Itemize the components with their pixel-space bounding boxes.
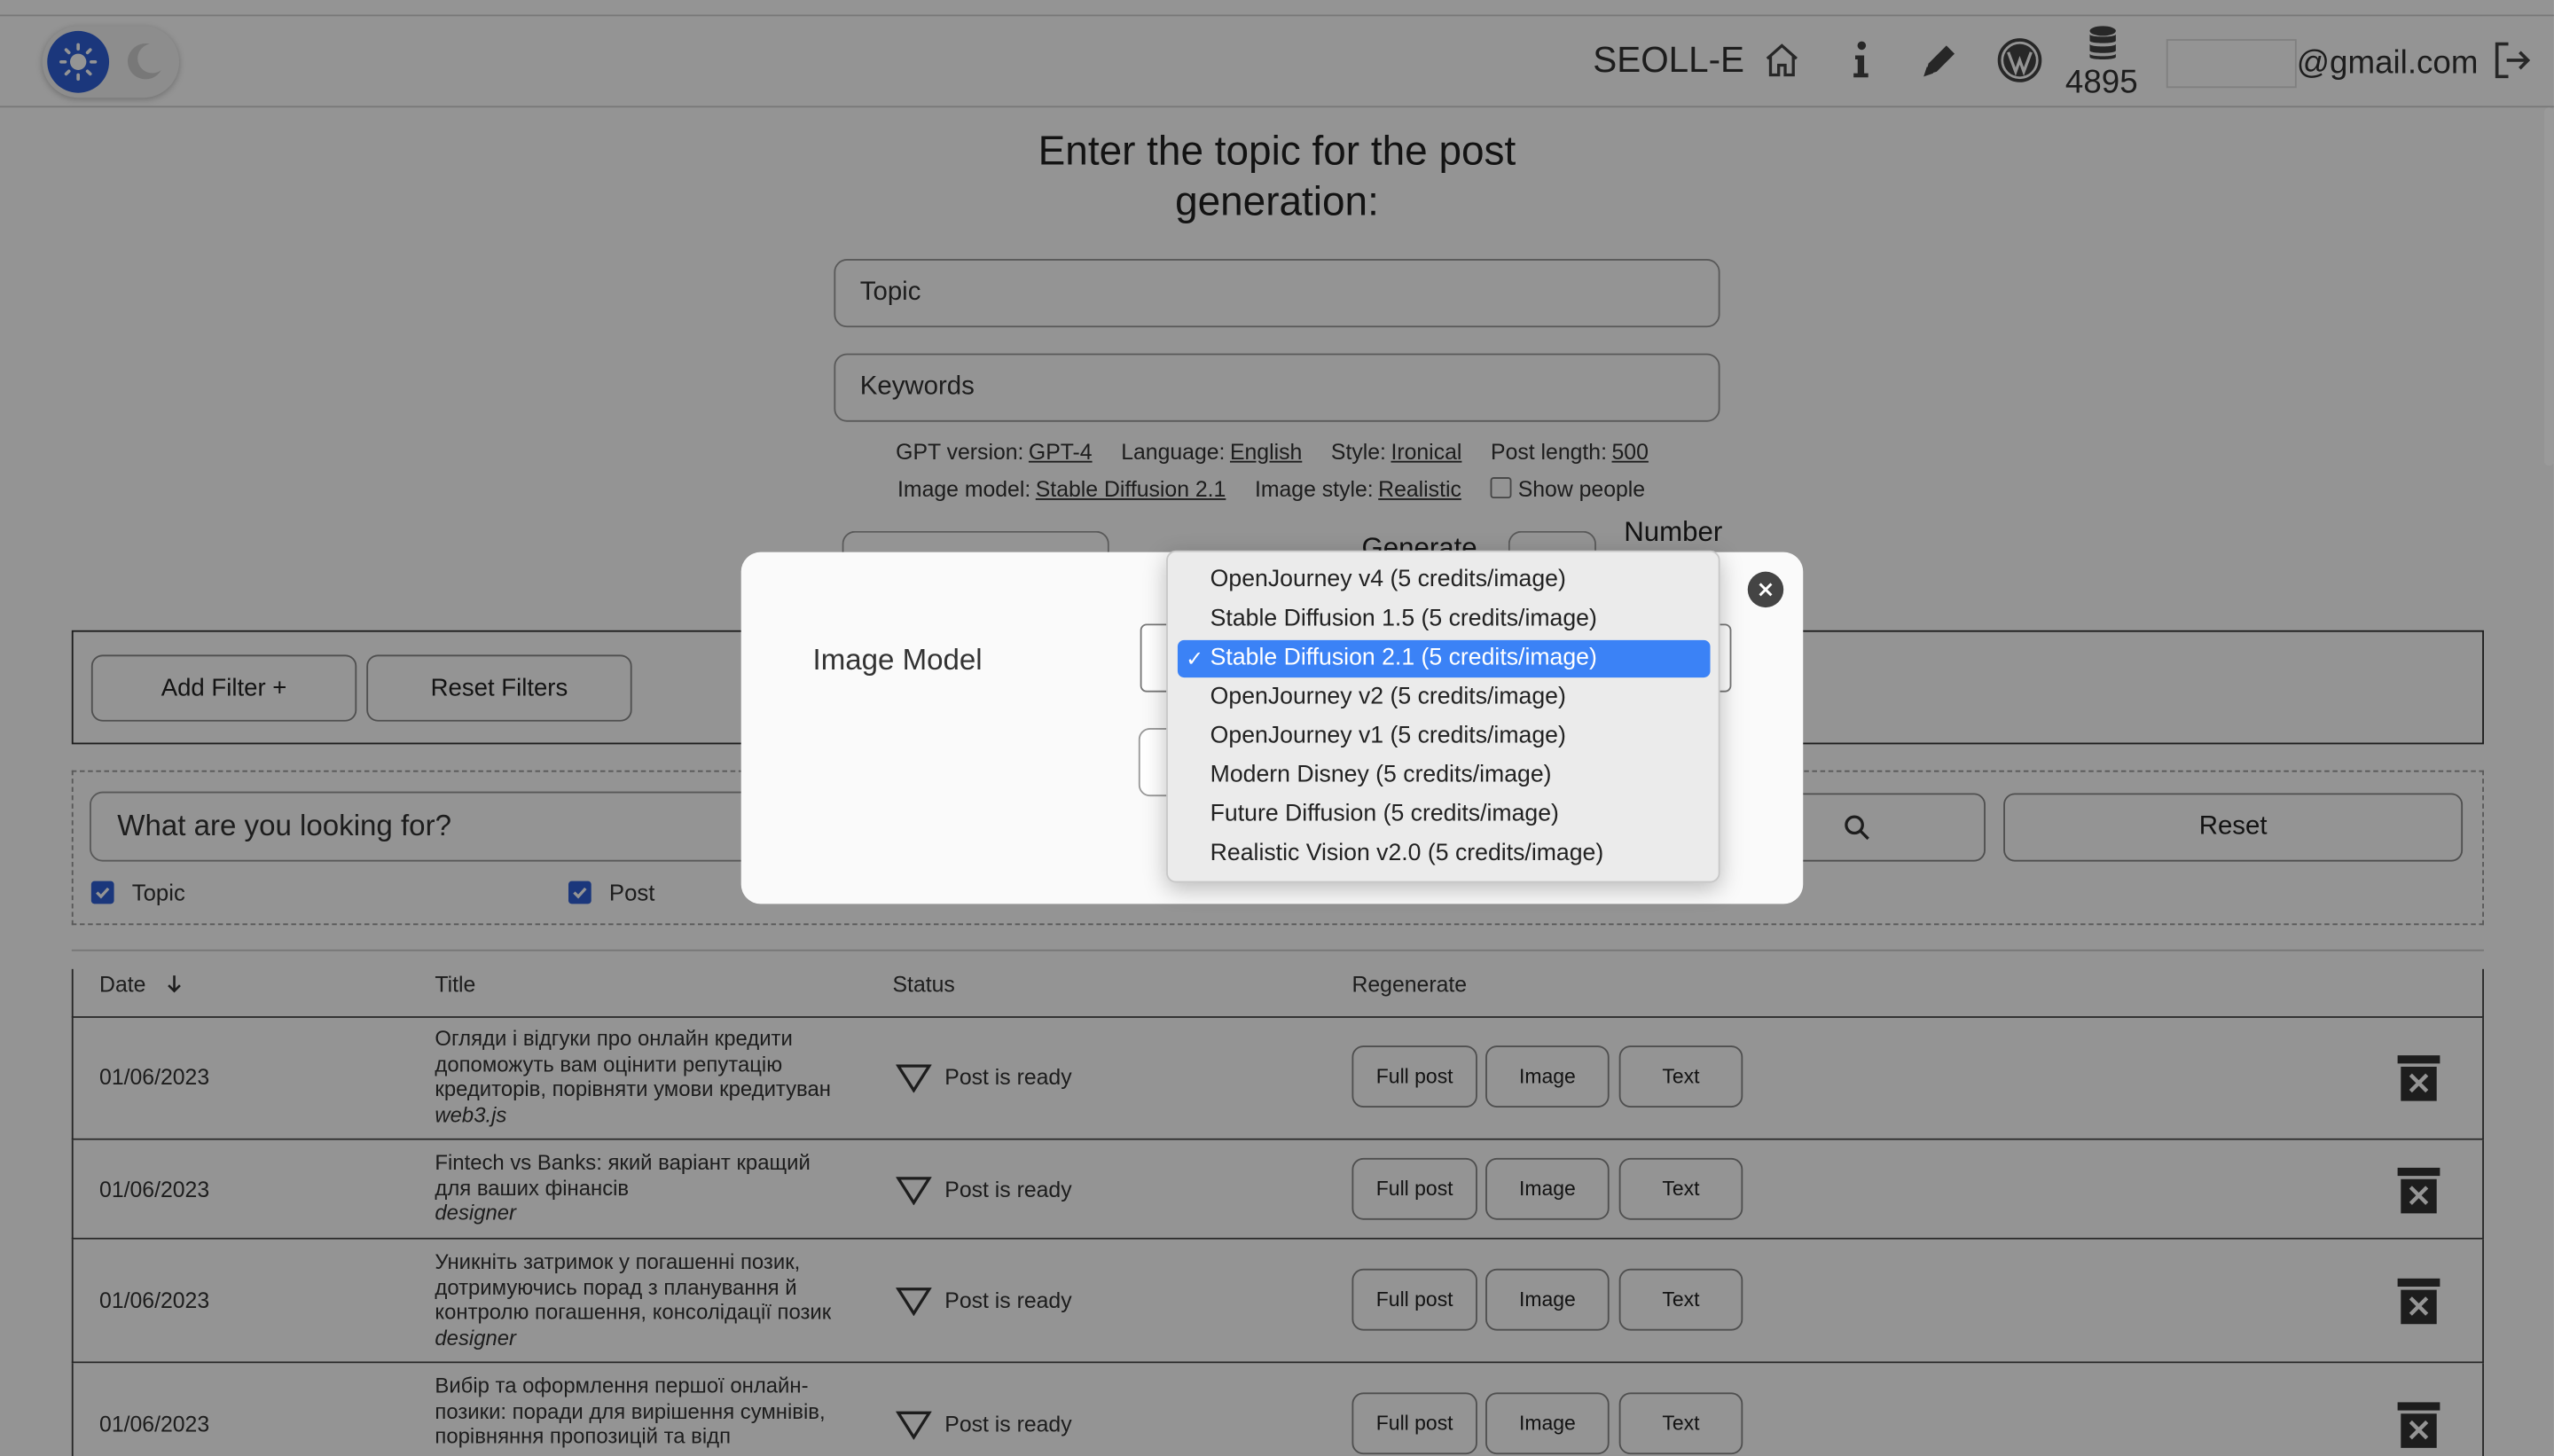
- dropdown-option-selected[interactable]: ✓ Stable Diffusion 2.1 (5 credits/image): [1177, 639, 1711, 678]
- option-label: Stable Diffusion 2.1 (5 credits/image): [1210, 645, 1597, 671]
- option-label: Future Diffusion (5 credits/image): [1210, 801, 1559, 828]
- option-label: OpenJourney v4 (5 credits/image): [1210, 567, 1566, 593]
- option-label: OpenJourney v2 (5 credits/image): [1210, 684, 1566, 710]
- dropdown-option[interactable]: Future Diffusion (5 credits/image): [1178, 796, 1711, 834]
- option-label: Modern Disney (5 credits/image): [1210, 762, 1552, 788]
- dropdown-option[interactable]: Realistic Vision v2.0 (5 credits/image): [1178, 835, 1711, 873]
- option-label: OpenJourney v1 (5 credits/image): [1210, 723, 1566, 749]
- option-label: Stable Diffusion 1.5 (5 credits/image): [1210, 606, 1597, 632]
- image-model-dropdown: OpenJourney v4 (5 credits/image) Stable …: [1166, 550, 1720, 883]
- close-button[interactable]: [1747, 571, 1784, 608]
- dropdown-option[interactable]: Stable Diffusion 1.5 (5 credits/image): [1178, 601, 1711, 638]
- dropdown-option[interactable]: OpenJourney v2 (5 credits/image): [1178, 679, 1711, 716]
- modal-label: Image Model: [812, 643, 983, 677]
- option-label: Realistic Vision v2.0 (5 credits/image): [1210, 840, 1604, 867]
- checkmark-icon: ✓: [1186, 646, 1204, 671]
- dropdown-option[interactable]: Modern Disney (5 credits/image): [1178, 757, 1711, 795]
- dropdown-option[interactable]: OpenJourney v1 (5 credits/image): [1178, 718, 1711, 755]
- close-icon: [1759, 583, 1773, 597]
- page-scrollbar[interactable]: [2543, 107, 2554, 466]
- dropdown-option[interactable]: OpenJourney v4 (5 credits/image): [1178, 562, 1711, 599]
